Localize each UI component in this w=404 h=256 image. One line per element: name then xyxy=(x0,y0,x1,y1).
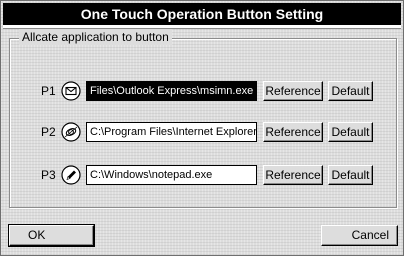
p2-path-field[interactable]: C:\Program Files\Internet Explorer\ xyxy=(86,122,257,142)
p1-path-field[interactable]: Files\Outlook Express\msimn.exe xyxy=(86,81,257,101)
group-box-title: Allcate application to button xyxy=(19,29,172,45)
p1-label: P1 xyxy=(41,84,56,98)
cancel-button[interactable]: Cancel xyxy=(321,225,398,246)
p3-path-field[interactable]: C:\Windows\notepad.exe xyxy=(86,165,257,185)
settings-dialog: One Touch Operation Button Setting Allca… xyxy=(0,0,404,256)
p2-label: P2 xyxy=(41,125,56,139)
p3-reference-button[interactable]: Reference xyxy=(263,165,323,185)
pencil-icon xyxy=(61,165,81,185)
p3-default-button[interactable]: Default xyxy=(328,165,373,185)
title-bar: One Touch Operation Button Setting xyxy=(3,3,401,25)
ok-button[interactable]: OK xyxy=(8,224,95,247)
p2-reference-button[interactable]: Reference xyxy=(263,122,323,142)
mail-envelope-icon xyxy=(61,81,81,101)
p3-label: P3 xyxy=(41,168,56,182)
p2-default-button[interactable]: Default xyxy=(328,122,373,142)
internet-globe-icon xyxy=(61,122,81,142)
p1-default-button[interactable]: Default xyxy=(328,81,373,101)
p1-reference-button[interactable]: Reference xyxy=(263,81,323,101)
